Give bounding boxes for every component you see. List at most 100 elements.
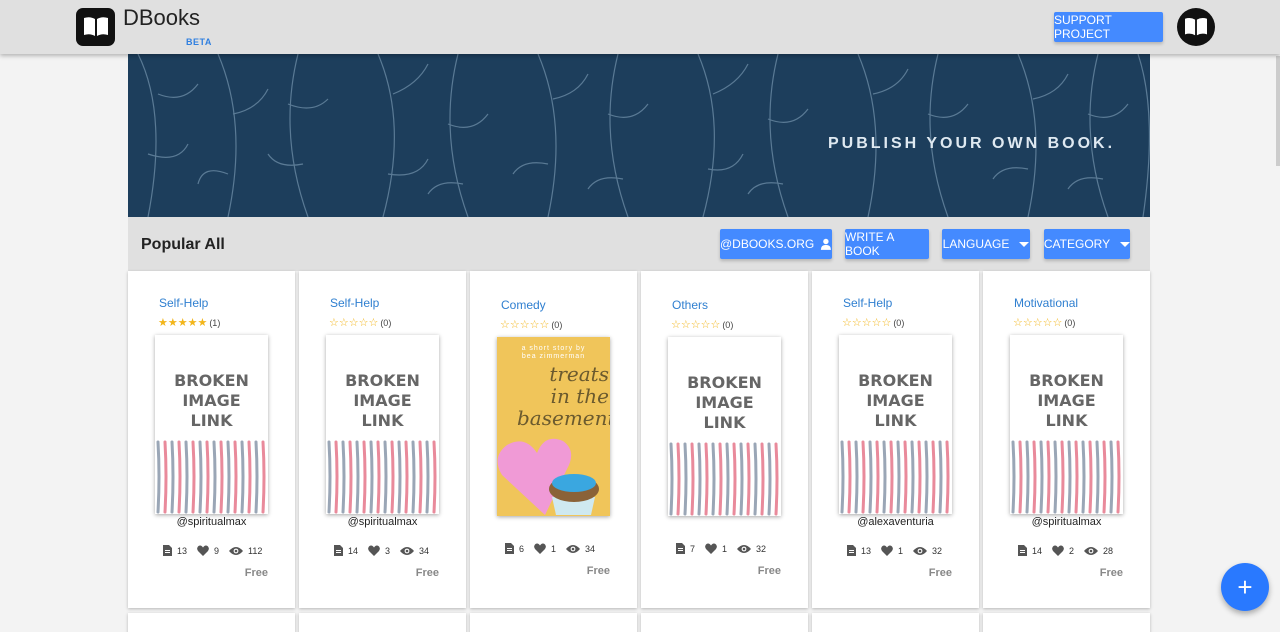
book-cover[interactable]: BROKEN IMAGE LINK bbox=[668, 337, 781, 516]
broken-image-text: BROKEN IMAGE LINK bbox=[1029, 371, 1104, 430]
star-rating: ☆☆☆☆☆ (0) bbox=[842, 316, 904, 329]
broken-image-text: BROKEN IMAGE LINK bbox=[174, 371, 249, 430]
banner-headline: PUBLISH YOUR OWN BOOK. bbox=[828, 135, 1116, 152]
star-rating: ☆☆☆☆☆ (0) bbox=[500, 318, 562, 331]
book-card-partial[interactable] bbox=[128, 613, 295, 632]
cover-art: a short story by bea zimmerman treats in th… bbox=[497, 337, 610, 516]
book-stats: 6 1 34 bbox=[505, 543, 605, 554]
chevron-down-icon bbox=[1120, 241, 1131, 247]
file-icon bbox=[505, 543, 514, 554]
book-price: Free bbox=[244, 567, 268, 579]
book-price: Free bbox=[1099, 567, 1123, 579]
view-count: 32 bbox=[932, 545, 943, 556]
eye-icon bbox=[1084, 546, 1099, 556]
view-count: 34 bbox=[585, 543, 596, 554]
book-card[interactable]: Self-Help ☆☆☆☆☆ (0) BROKEN IMAGE LINK @spiritu… bbox=[299, 271, 466, 608]
heart-icon bbox=[368, 545, 380, 556]
book-category-link[interactable]: Comedy bbox=[501, 298, 546, 312]
page-count: 7 bbox=[690, 543, 696, 554]
brand-name[interactable]: DBooks bbox=[123, 5, 200, 31]
book-logo-icon[interactable] bbox=[76, 8, 115, 46]
book-stats: 7 1 32 bbox=[676, 543, 776, 554]
rating-count: (0) bbox=[722, 320, 734, 330]
star-rating: ☆☆☆☆☆ (0) bbox=[671, 318, 733, 331]
book-card[interactable]: Self-Help ☆☆☆☆☆ (0) BROKEN IMAGE LINK @alexave… bbox=[812, 271, 979, 608]
eye-icon bbox=[737, 544, 752, 554]
book-cover[interactable]: BROKEN IMAGE LINK bbox=[155, 335, 268, 514]
star-rating: ☆☆☆☆☆ (0) bbox=[1013, 316, 1075, 329]
rating-count: (1) bbox=[209, 318, 221, 328]
book-card-partial[interactable] bbox=[299, 613, 466, 632]
heart-icon bbox=[1052, 545, 1064, 556]
support-project-button[interactable]: SUPPORT PROJECT bbox=[1054, 12, 1163, 42]
write-book-button[interactable]: WRITE A BOOK bbox=[845, 229, 929, 259]
page-count: 13 bbox=[177, 545, 188, 556]
eye-icon bbox=[566, 544, 581, 554]
book-category-link[interactable]: Self-Help bbox=[843, 296, 892, 310]
file-icon bbox=[676, 543, 685, 554]
book-card[interactable]: Comedy ☆☆☆☆☆ (0) a short story by bea zimmer… bbox=[470, 271, 637, 608]
language-label: LANGUAGE bbox=[942, 237, 1010, 251]
view-count: 34 bbox=[419, 545, 430, 556]
view-count: 112 bbox=[248, 545, 263, 556]
book-category-link[interactable]: Self-Help bbox=[159, 296, 208, 310]
book-card-partial[interactable] bbox=[641, 613, 808, 632]
book-card-partial[interactable] bbox=[812, 613, 979, 632]
user-avatar[interactable] bbox=[1177, 8, 1215, 46]
book-cover[interactable]: BROKEN IMAGE LINK bbox=[1010, 335, 1123, 514]
book-card[interactable]: Self-Help ★★★★★ (1) BROKEN IMAGE LINK @spiritu… bbox=[128, 271, 295, 608]
rating-count: (0) bbox=[893, 318, 905, 328]
book-card-partial[interactable] bbox=[470, 613, 637, 632]
rating-stars: ☆☆☆☆☆ bbox=[842, 317, 892, 329]
broken-image-text: BROKEN IMAGE LINK bbox=[687, 373, 762, 432]
category-label: CATEGORY bbox=[1043, 237, 1111, 251]
filter-bar: Popular All @DBOOKS.ORG WRITE A BOOK LAN… bbox=[128, 217, 1150, 271]
file-icon bbox=[163, 545, 172, 556]
rating-stars: ☆☆☆☆☆ bbox=[329, 317, 379, 329]
like-count: 1 bbox=[898, 545, 904, 556]
heart-icon bbox=[881, 545, 893, 556]
account-filter-button[interactable]: @DBOOKS.ORG bbox=[720, 229, 832, 259]
book-stats: 14 3 34 bbox=[334, 545, 439, 556]
book-cover[interactable]: BROKEN IMAGE LINK bbox=[326, 335, 439, 514]
broken-image-text: BROKEN IMAGE LINK bbox=[858, 371, 933, 430]
book-card[interactable]: Motivational ☆☆☆☆☆ (0) BROKEN IMAGE LINK @spir… bbox=[983, 271, 1150, 608]
book-author[interactable]: @spiritualmax bbox=[128, 516, 295, 528]
section-title: Popular All bbox=[141, 236, 225, 253]
like-count: 2 bbox=[1069, 545, 1075, 556]
book-category-link[interactable]: Others bbox=[672, 298, 708, 312]
book-card-partial[interactable] bbox=[983, 613, 1150, 632]
book-card[interactable]: Others ☆☆☆☆☆ (0) BROKEN IMAGE LINK 7 1 32 Free bbox=[641, 271, 808, 608]
book-author[interactable]: @alexaventuria bbox=[812, 516, 979, 528]
book-stats: 13 1 32 bbox=[847, 545, 952, 556]
broken-image-text: BROKEN IMAGE LINK bbox=[345, 371, 420, 430]
book-price: Free bbox=[757, 565, 781, 577]
book-category-link[interactable]: Motivational bbox=[1014, 296, 1078, 310]
star-rating: ☆☆☆☆☆ (0) bbox=[329, 316, 391, 329]
chevron-down-icon bbox=[1019, 241, 1030, 247]
add-book-fab[interactable]: + bbox=[1221, 563, 1269, 611]
rating-stars: ☆☆☆☆☆ bbox=[500, 319, 550, 331]
page-count: 14 bbox=[348, 545, 359, 556]
star-rating: ★★★★★ (1) bbox=[158, 316, 220, 329]
hero-banner: PUBLISH YOUR OWN BOOK. bbox=[128, 54, 1150, 217]
view-count: 32 bbox=[756, 543, 767, 554]
language-dropdown[interactable]: LANGUAGE bbox=[942, 229, 1030, 259]
book-stats: 13 9 112 bbox=[163, 545, 272, 556]
rating-count: (0) bbox=[380, 318, 392, 328]
category-dropdown[interactable]: CATEGORY bbox=[1043, 229, 1131, 259]
book-price: Free bbox=[928, 567, 952, 579]
book-author[interactable]: @spiritualmax bbox=[299, 516, 466, 528]
page-scrollbar[interactable] bbox=[1276, 56, 1280, 166]
beta-badge: BETA bbox=[186, 37, 212, 47]
file-icon bbox=[1018, 545, 1027, 556]
file-icon bbox=[847, 545, 856, 556]
book-cover[interactable]: a short story by bea zimmerman treats in th… bbox=[497, 337, 610, 516]
book-cover[interactable]: BROKEN IMAGE LINK bbox=[839, 335, 952, 514]
book-price: Free bbox=[415, 567, 439, 579]
heart-icon bbox=[534, 543, 546, 554]
page-count: 13 bbox=[861, 545, 872, 556]
book-category-link[interactable]: Self-Help bbox=[330, 296, 379, 310]
eye-icon bbox=[400, 546, 415, 556]
book-author[interactable]: @spiritualmax bbox=[983, 516, 1150, 528]
